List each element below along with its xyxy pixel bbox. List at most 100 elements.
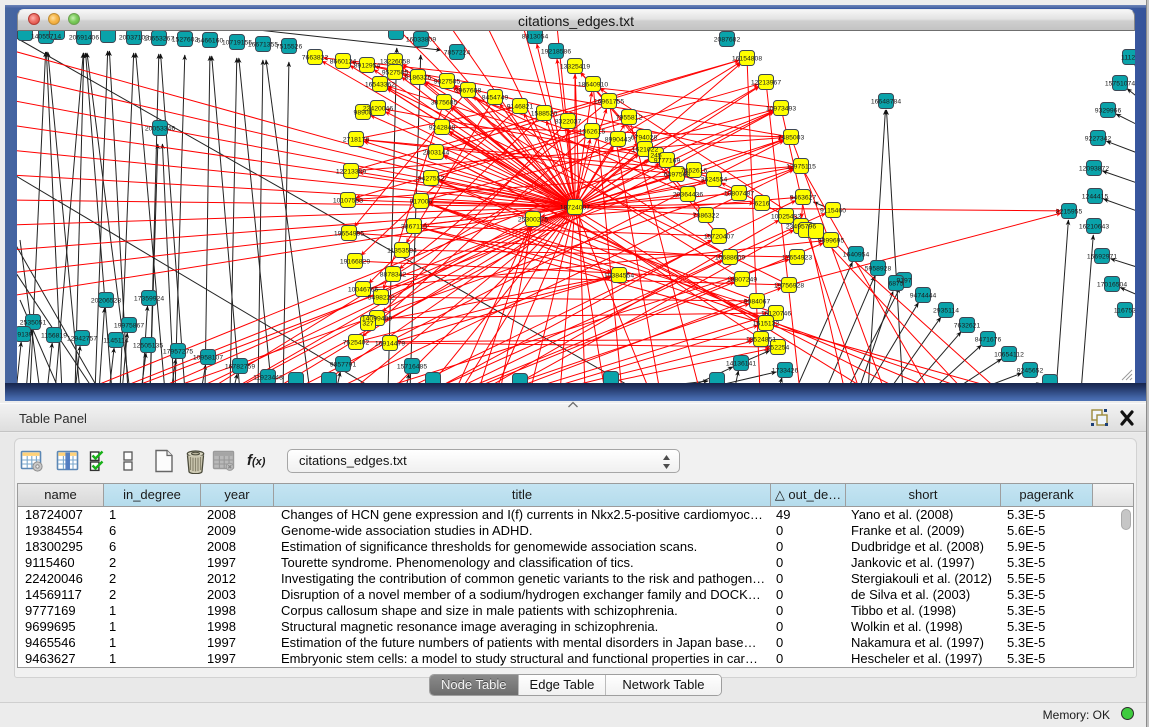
svg-text:2718176: 2718176 [343,137,370,144]
svg-text:10046766: 10046766 [348,287,378,294]
svg-text:10958107: 10958107 [193,355,223,362]
svg-text:7485003: 7485003 [778,135,805,142]
svg-text:10688609: 10688609 [715,255,745,262]
svg-text:252254: 252254 [767,345,790,352]
svg-text:8454749: 8454749 [482,95,509,102]
svg-text:8660124: 8660124 [330,59,357,66]
svg-text:12505135: 12505135 [133,343,163,350]
svg-text:16671355: 16671355 [248,42,278,49]
svg-text:17654923: 17654923 [782,255,812,262]
svg-text:23495796: 23495796 [786,224,816,231]
svg-text:6466160: 6466160 [197,38,224,45]
svg-text:17016504: 17016504 [1097,282,1127,289]
svg-text:18807249: 18807249 [727,277,757,284]
svg-text:7515526: 7515526 [276,44,303,51]
svg-text:9899695: 9899695 [818,238,845,245]
svg-text:327: 327 [362,321,374,328]
svg-text:39139: 39139 [17,332,33,339]
svg-text:11923448: 11923448 [253,375,283,382]
svg-text:16648784: 16648784 [871,99,901,106]
svg-text:19166829: 19166829 [340,259,370,266]
svg-text:15716485: 15716485 [397,364,427,371]
svg-text:16914479: 16914479 [375,341,405,348]
svg-text:11122: 11122 [1121,55,1135,62]
svg-text:16543362: 16543362 [365,82,395,89]
svg-text:9146821: 9146821 [507,104,534,111]
svg-text:19384554: 19384554 [604,273,634,280]
svg-text:12093872: 12093872 [1079,166,1109,173]
svg-text:6875: 6875 [888,281,903,288]
svg-text:16120746: 16120746 [761,311,791,318]
svg-text:12975115: 12975115 [786,164,816,171]
svg-text:7625402: 7625402 [343,340,370,347]
svg-text:19218586: 19218586 [541,49,571,56]
svg-text:8471676: 8471676 [975,337,1002,344]
svg-text:16154808: 16154808 [732,56,762,63]
svg-text:6497568: 6497568 [664,172,691,179]
svg-text:1588520: 1588520 [531,111,558,118]
svg-text:9463627: 9463627 [790,195,817,202]
svg-text:19756928: 19756928 [774,283,804,290]
svg-text:116753: 116753 [1114,308,1135,315]
svg-text:10654112: 10654112 [994,352,1024,359]
svg-text:12213389: 12213389 [336,169,366,176]
svg-text:8912954: 8912954 [354,63,381,70]
svg-text:7632621: 7632621 [954,323,981,330]
svg-text:8186326: 8186326 [405,75,432,82]
svg-text:7663822: 7663822 [302,55,329,62]
svg-text:9327505: 9327505 [434,79,461,86]
svg-text:2535051: 2535051 [20,320,47,327]
svg-text:12213967: 12213967 [751,80,781,87]
svg-text:11353594: 11353594 [387,248,417,255]
svg-text:2087682: 2087682 [714,37,741,44]
svg-text:16210643: 16210643 [1079,224,1109,231]
svg-text:7386322: 7386322 [693,213,720,220]
svg-text:9427552: 9427552 [418,176,445,183]
svg-text:9242848: 9242848 [429,125,456,132]
svg-text:10025433: 10025433 [771,214,801,221]
svg-text:2935114: 2935114 [933,308,959,315]
svg-text:1615132: 1615132 [753,321,780,328]
svg-text:20053346: 20053346 [145,126,175,133]
svg-text:9227342: 9227342 [1085,136,1112,143]
svg-text:20206528: 20206528 [91,298,121,305]
svg-text:9777169: 9777169 [654,158,681,165]
svg-text:1362615: 1362615 [579,129,606,136]
svg-text:3867110: 3867110 [401,224,427,231]
svg-text:20691406: 20691406 [69,35,99,42]
svg-text:6794028: 6794028 [631,135,658,142]
svg-text:19975867: 19975867 [114,323,144,330]
svg-text:25300275: 25300275 [518,217,548,224]
svg-text:12942757: 12942757 [67,336,97,343]
svg-text:1733426: 1733426 [772,368,799,375]
svg-text:20364436: 20364436 [673,192,703,199]
svg-text:23420046: 23420046 [363,106,393,113]
svg-text:19654985: 19654985 [334,231,364,238]
svg-text:7955812: 7955812 [616,115,643,122]
svg-text:13325419: 13325419 [560,64,590,71]
svg-text:9084067: 9084067 [744,299,771,306]
svg-text:1145114: 1145114 [103,338,129,345]
svg-text:14055714: 14055714 [31,34,61,41]
svg-text:5958928: 5958928 [865,266,892,273]
svg-text:18640910: 18640910 [578,82,608,89]
svg-text:8215955: 8215955 [1056,209,1083,216]
svg-text:15751074: 15751074 [1105,81,1135,88]
svg-text:8813054: 8813054 [522,34,549,41]
svg-text:1527602: 1527602 [172,37,199,44]
svg-text:9329966: 9329966 [1095,108,1122,115]
svg-text:9115460: 9115460 [820,208,846,215]
svg-text:9245652: 9245652 [1017,368,1044,375]
svg-text:3875685: 3875685 [431,100,458,107]
svg-text:7857224: 7857224 [444,50,471,57]
svg-text:9474444: 9474444 [910,293,937,300]
svg-text:6216: 6216 [754,201,769,208]
svg-text:1156819: 1156819 [41,333,67,340]
svg-text:10807487: 10807487 [724,191,754,198]
svg-text:13524851: 13524851 [746,337,776,344]
svg-text:1244415: 1244415 [1082,194,1109,201]
svg-text:10653267: 10653267 [144,36,174,43]
svg-text:8878342: 8878342 [380,272,407,279]
svg-text:2967608: 2967608 [455,88,482,95]
svg-text:15692971: 15692971 [1087,254,1117,261]
